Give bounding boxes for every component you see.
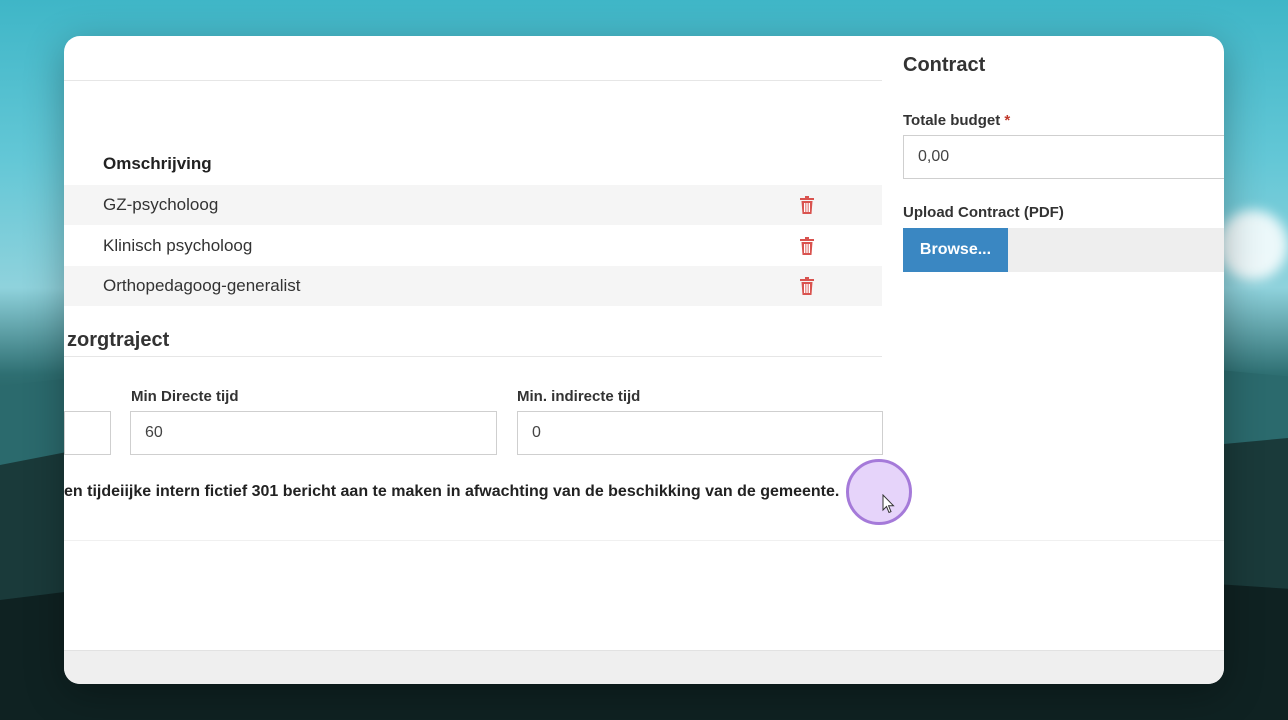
table-row: Klinisch psycholoog	[64, 226, 882, 266]
mouse-pointer-icon	[882, 494, 895, 514]
total-budget-label: Totale budget *	[903, 112, 1010, 129]
partial-input-field[interactable]	[64, 411, 111, 455]
trash-icon[interactable]	[800, 277, 814, 295]
row-label: GZ-psycholoog	[103, 195, 219, 214]
trash-icon[interactable]	[800, 237, 814, 255]
divider	[64, 356, 882, 357]
app-window: Omschrijving GZ-psycholoog Klinisch psyc…	[64, 36, 1224, 684]
footer-bar	[64, 650, 1224, 684]
row-label: Klinisch psycholoog	[103, 236, 253, 255]
upload-contract-label: Upload Contract (PDF)	[903, 204, 1064, 221]
table-row: Orthopedagoog-generalist	[64, 266, 882, 306]
contract-title: Contract	[903, 54, 986, 76]
min-direct-time-input[interactable]	[130, 411, 497, 455]
column-header-omschrijving: Omschrijving	[103, 154, 212, 173]
section-title-zorgtraject: zorgtraject	[67, 329, 170, 351]
min-indirect-time-label: Min. indirecte tijd	[517, 388, 641, 405]
file-upload-field[interactable]: Browse...	[903, 228, 1224, 272]
info-note: en tijdeiijke intern fictief 301 bericht…	[64, 483, 840, 500]
specializations-panel: Omschrijving GZ-psycholoog Klinisch psyc…	[64, 36, 883, 556]
row-label: Orthopedagoog-generalist	[103, 276, 301, 295]
trash-icon[interactable]	[800, 196, 814, 214]
total-budget-input[interactable]	[903, 135, 1224, 179]
table-row: GZ-psycholoog	[64, 185, 882, 225]
required-marker: *	[1004, 112, 1011, 129]
cursor-highlight	[846, 459, 912, 525]
total-budget-label-text: Totale budget	[903, 112, 1001, 129]
contract-panel: Contract Totale budget * Upload Contract…	[882, 36, 1224, 636]
min-direct-time-label: Min Directe tijd	[131, 388, 239, 405]
background-cloud	[1218, 210, 1288, 280]
divider	[64, 80, 882, 81]
min-indirect-time-input[interactable]	[517, 411, 883, 455]
browse-button[interactable]: Browse...	[903, 228, 1008, 272]
